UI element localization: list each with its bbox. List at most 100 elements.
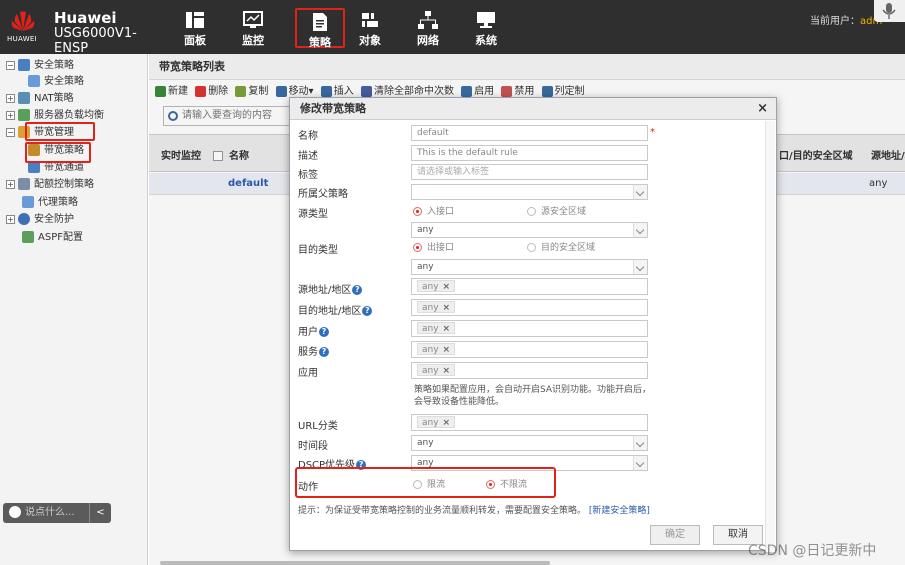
radio-dot-icon (413, 207, 422, 216)
chevron-down-icon (633, 223, 647, 237)
sidebar-item-nat-policy[interactable]: + NAT策略 (6, 91, 74, 107)
sidebar-item-security-policy-group[interactable]: − 安全策略 (6, 58, 74, 74)
system-icon (477, 12, 495, 28)
nav-network[interactable]: 网络 (403, 8, 453, 48)
tag-text: any (422, 345, 439, 355)
label-text: 源地址/地区 (298, 285, 352, 296)
tip-text: 提示：为保证受带宽策略控制的业务流量顺利转发，需要配置安全策略。 (298, 506, 587, 516)
remove-tag-icon[interactable]: × (443, 366, 451, 376)
url-category-label: URL分类 (298, 421, 338, 432)
remove-tag-icon[interactable]: × (443, 282, 451, 292)
dst-addr-label: 目的地址/地区? (298, 302, 373, 317)
sidebar-item-label: NAT策略 (34, 93, 74, 104)
device-model: USG6000V1-ENSP (54, 26, 137, 56)
radio-label: 出接口 (427, 243, 455, 253)
sidebar-item-label: 安全策略 (44, 76, 84, 87)
security-policy-icon (18, 59, 30, 71)
nav-object[interactable]: 对象 (345, 8, 395, 48)
tag-field[interactable]: 请选择或输入标签 (411, 164, 648, 180)
aspf-icon (22, 231, 34, 243)
any-tag: any × (417, 301, 456, 313)
url-category-field[interactable]: any × (411, 414, 648, 431)
dialog-scrollbar[interactable] (765, 121, 775, 552)
nav-label: 监控 (242, 34, 264, 47)
chevron-down-icon (633, 260, 647, 274)
highlight-bandwidth-policy (25, 142, 91, 163)
src-type-interface-radio[interactable]: 入接口 (413, 204, 454, 217)
current-user: 当前用户：adm (810, 12, 882, 27)
time-range-select[interactable]: any (411, 435, 648, 451)
quota-policy-icon (18, 178, 30, 190)
sidebar-item-label: 安全防护 (34, 214, 74, 225)
chat-input-bar[interactable]: 说点什么... < (3, 503, 111, 523)
sidebar-item-aspf[interactable]: ASPF配置 (22, 230, 83, 246)
nav-policy[interactable]: 策略 (295, 8, 345, 49)
expand-toggle-icon[interactable]: + (6, 93, 15, 103)
name-field[interactable]: default (411, 125, 648, 141)
src-interface-select[interactable]: any (411, 222, 648, 238)
sidebar-item-label: 服务器负载均衡 (34, 110, 104, 121)
radio-label: 源安全区域 (541, 207, 587, 217)
dst-type-zone-radio[interactable]: 目的安全区域 (527, 240, 595, 253)
dst-interface-select[interactable]: any (411, 259, 648, 275)
src-addr-field[interactable]: any × (411, 278, 648, 295)
brand-logo-text: HUAWEI (7, 35, 38, 43)
sidebar-item-quota-policy[interactable]: + 配额控制策略 (6, 177, 94, 193)
user-label: 用户? (298, 323, 329, 338)
tag-text: any (422, 366, 439, 376)
expand-toggle-icon[interactable]: + (6, 110, 15, 120)
description-field[interactable]: This is the default rule (411, 145, 648, 161)
mic-button[interactable] (874, 0, 905, 22)
help-icon[interactable]: ? (319, 347, 329, 357)
nav-dashboard[interactable]: 面板 (170, 8, 220, 48)
any-tag: any × (417, 280, 456, 292)
dst-addr-field[interactable]: any × (411, 299, 648, 316)
sidebar-item-label: ASPF配置 (38, 232, 83, 243)
application-field[interactable]: any × (411, 362, 648, 379)
sidebar-item-security-protection[interactable]: + 安全防护 (6, 212, 74, 228)
radio-dot-icon (527, 207, 536, 216)
object-icon (362, 13, 378, 27)
remove-tag-icon[interactable]: × (443, 324, 451, 334)
remove-tag-icon[interactable]: × (443, 418, 451, 428)
help-icon[interactable]: ? (352, 285, 363, 295)
ok-button[interactable]: 确定 (650, 525, 700, 545)
remove-tag-icon[interactable]: × (443, 345, 451, 355)
tag-text: any (422, 324, 439, 334)
collapse-sidebar-button[interactable]: < (89, 503, 111, 523)
expand-toggle-icon[interactable]: + (6, 214, 15, 224)
sidebar-item-proxy-policy[interactable]: 代理策略 (22, 195, 78, 211)
dashboard-icon (186, 12, 204, 28)
user-field[interactable]: any × (411, 320, 648, 337)
collapse-toggle-icon[interactable]: − (6, 127, 15, 137)
chevron-down-icon (633, 456, 647, 470)
nav-monitor[interactable]: 监控 (228, 8, 278, 48)
nav-system[interactable]: 系统 (461, 8, 511, 48)
sidebar-item-security-policy[interactable]: 安全策略 (28, 74, 84, 90)
radio-dot-icon (413, 243, 422, 252)
any-tag: any × (417, 364, 456, 376)
dst-type-interface-radio[interactable]: 出接口 (413, 240, 454, 253)
expand-toggle-icon[interactable]: + (6, 179, 15, 189)
remove-tag-icon[interactable]: × (443, 303, 451, 313)
select-value: any (417, 262, 434, 272)
select-value: any (417, 225, 434, 235)
service-field[interactable]: any × (411, 341, 648, 358)
description-label: 描述 (298, 151, 318, 162)
help-icon[interactable]: ? (319, 327, 329, 337)
horizontal-scrollbar[interactable] (160, 561, 550, 565)
tag-text: any (422, 282, 439, 292)
src-type-label: 源类型 (298, 209, 328, 220)
parent-policy-select[interactable] (411, 184, 648, 200)
sidebar-item-label: 配额控制策略 (34, 179, 94, 190)
new-security-policy-link[interactable]: [新建安全策略] (589, 506, 650, 516)
security-policy-icon (28, 75, 40, 87)
tag-text: any (422, 303, 439, 313)
src-type-zone-radio[interactable]: 源安全区域 (527, 204, 586, 217)
help-icon[interactable]: ? (362, 306, 373, 316)
collapse-toggle-icon[interactable]: − (6, 60, 15, 70)
radio-label: 入接口 (427, 207, 455, 217)
parent-policy-label: 所属父策略 (298, 189, 348, 200)
highlight-bandwidth-mgmt (25, 122, 95, 141)
close-icon[interactable]: × (757, 98, 768, 120)
